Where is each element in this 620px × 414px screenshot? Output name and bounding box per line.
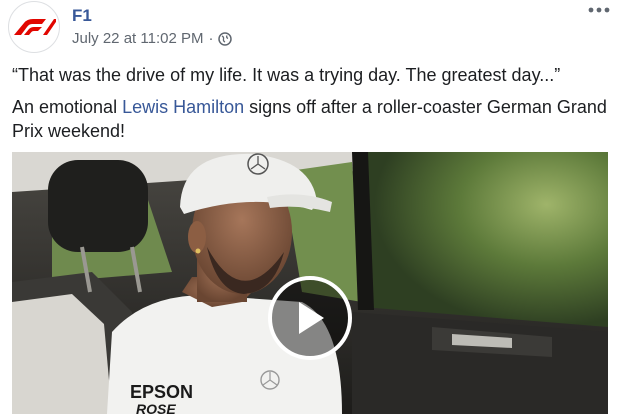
post-timestamp[interactable]: July 22 at 11:02 PM xyxy=(72,30,203,48)
post-meta: July 22 at 11:02 PM · xyxy=(72,30,233,48)
play-icon xyxy=(299,302,324,334)
post-caption: An emotional Lewis Hamilton signs off af… xyxy=(12,95,608,143)
shirt-sponsor-text: EPSON xyxy=(130,382,193,402)
page-avatar[interactable] xyxy=(8,1,60,53)
meta-separator: · xyxy=(208,30,214,47)
video-player[interactable]: EPSON ROSE xyxy=(12,152,608,414)
globe-icon[interactable] xyxy=(218,32,233,46)
more-options-button[interactable] xyxy=(586,2,612,18)
f1-logo-icon xyxy=(14,19,56,35)
shirt-sponsor-text-2: ROSE xyxy=(136,401,176,414)
post-message: “That was the drive of my life. It was a… xyxy=(12,63,608,151)
feed-post: F1 July 22 at 11:02 PM · “That was the d… xyxy=(0,0,620,414)
play-button[interactable] xyxy=(268,276,352,360)
mention-link-lewis-hamilton[interactable]: Lewis Hamilton xyxy=(122,97,244,117)
page-name-link[interactable]: F1 xyxy=(72,6,92,26)
caption-prefix: An emotional xyxy=(12,97,123,117)
more-options-icon xyxy=(588,7,610,13)
post-quote: “That was the drive of my life. It was a… xyxy=(12,65,561,85)
